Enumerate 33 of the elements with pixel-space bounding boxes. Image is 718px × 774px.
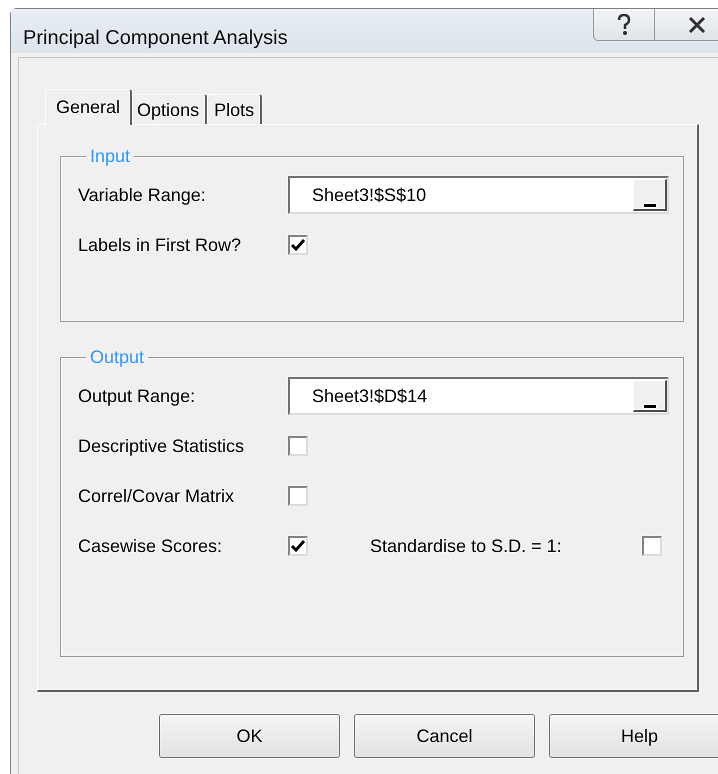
dash-icon [644, 201, 656, 209]
checkbox[interactable] [288, 235, 308, 255]
field-label: Output Range: [78, 386, 196, 406]
close-icon [688, 16, 706, 32]
checkbox-label: Labels in First Row? [78, 234, 242, 256]
range-field[interactable]: Sheet3!$S$10 [288, 176, 669, 214]
range-field[interactable]: Sheet3!$D$14 [288, 377, 669, 415]
checkbox[interactable] [288, 486, 308, 506]
range-picker-button[interactable] [633, 179, 667, 211]
tab[interactable]: Options [130, 94, 208, 124]
dash-icon [644, 402, 656, 410]
dialog-button[interactable]: Cancel [354, 714, 535, 758]
field-label: Variable Range: [78, 184, 207, 206]
tab[interactable]: General [45, 89, 132, 125]
window-title: Principal Component Analysis [23, 27, 288, 50]
group-title: Output [89, 347, 146, 368]
checkbox[interactable] [642, 536, 662, 556]
group-title: Input [89, 146, 132, 167]
checkbox-label: Casewise Scores: [78, 536, 224, 556]
checkbox[interactable] [288, 436, 308, 456]
checkbox[interactable] [288, 536, 308, 556]
check-icon [291, 539, 305, 553]
range-picker-button[interactable] [633, 380, 667, 412]
help-icon [617, 14, 631, 36]
check-icon [291, 238, 305, 252]
tab[interactable]: Plots [207, 94, 262, 124]
close-button[interactable] [655, 9, 718, 41]
checkbox-label: Standardise to S.D. = 1: [370, 536, 562, 556]
dialog-button[interactable]: OK [159, 714, 340, 758]
help-button[interactable] [593, 9, 655, 41]
checkbox-label: Correl/Covar Matrix [78, 486, 236, 506]
dialog-button[interactable]: Help [549, 714, 718, 758]
checkbox-label: Descriptive Statistics [78, 436, 246, 456]
